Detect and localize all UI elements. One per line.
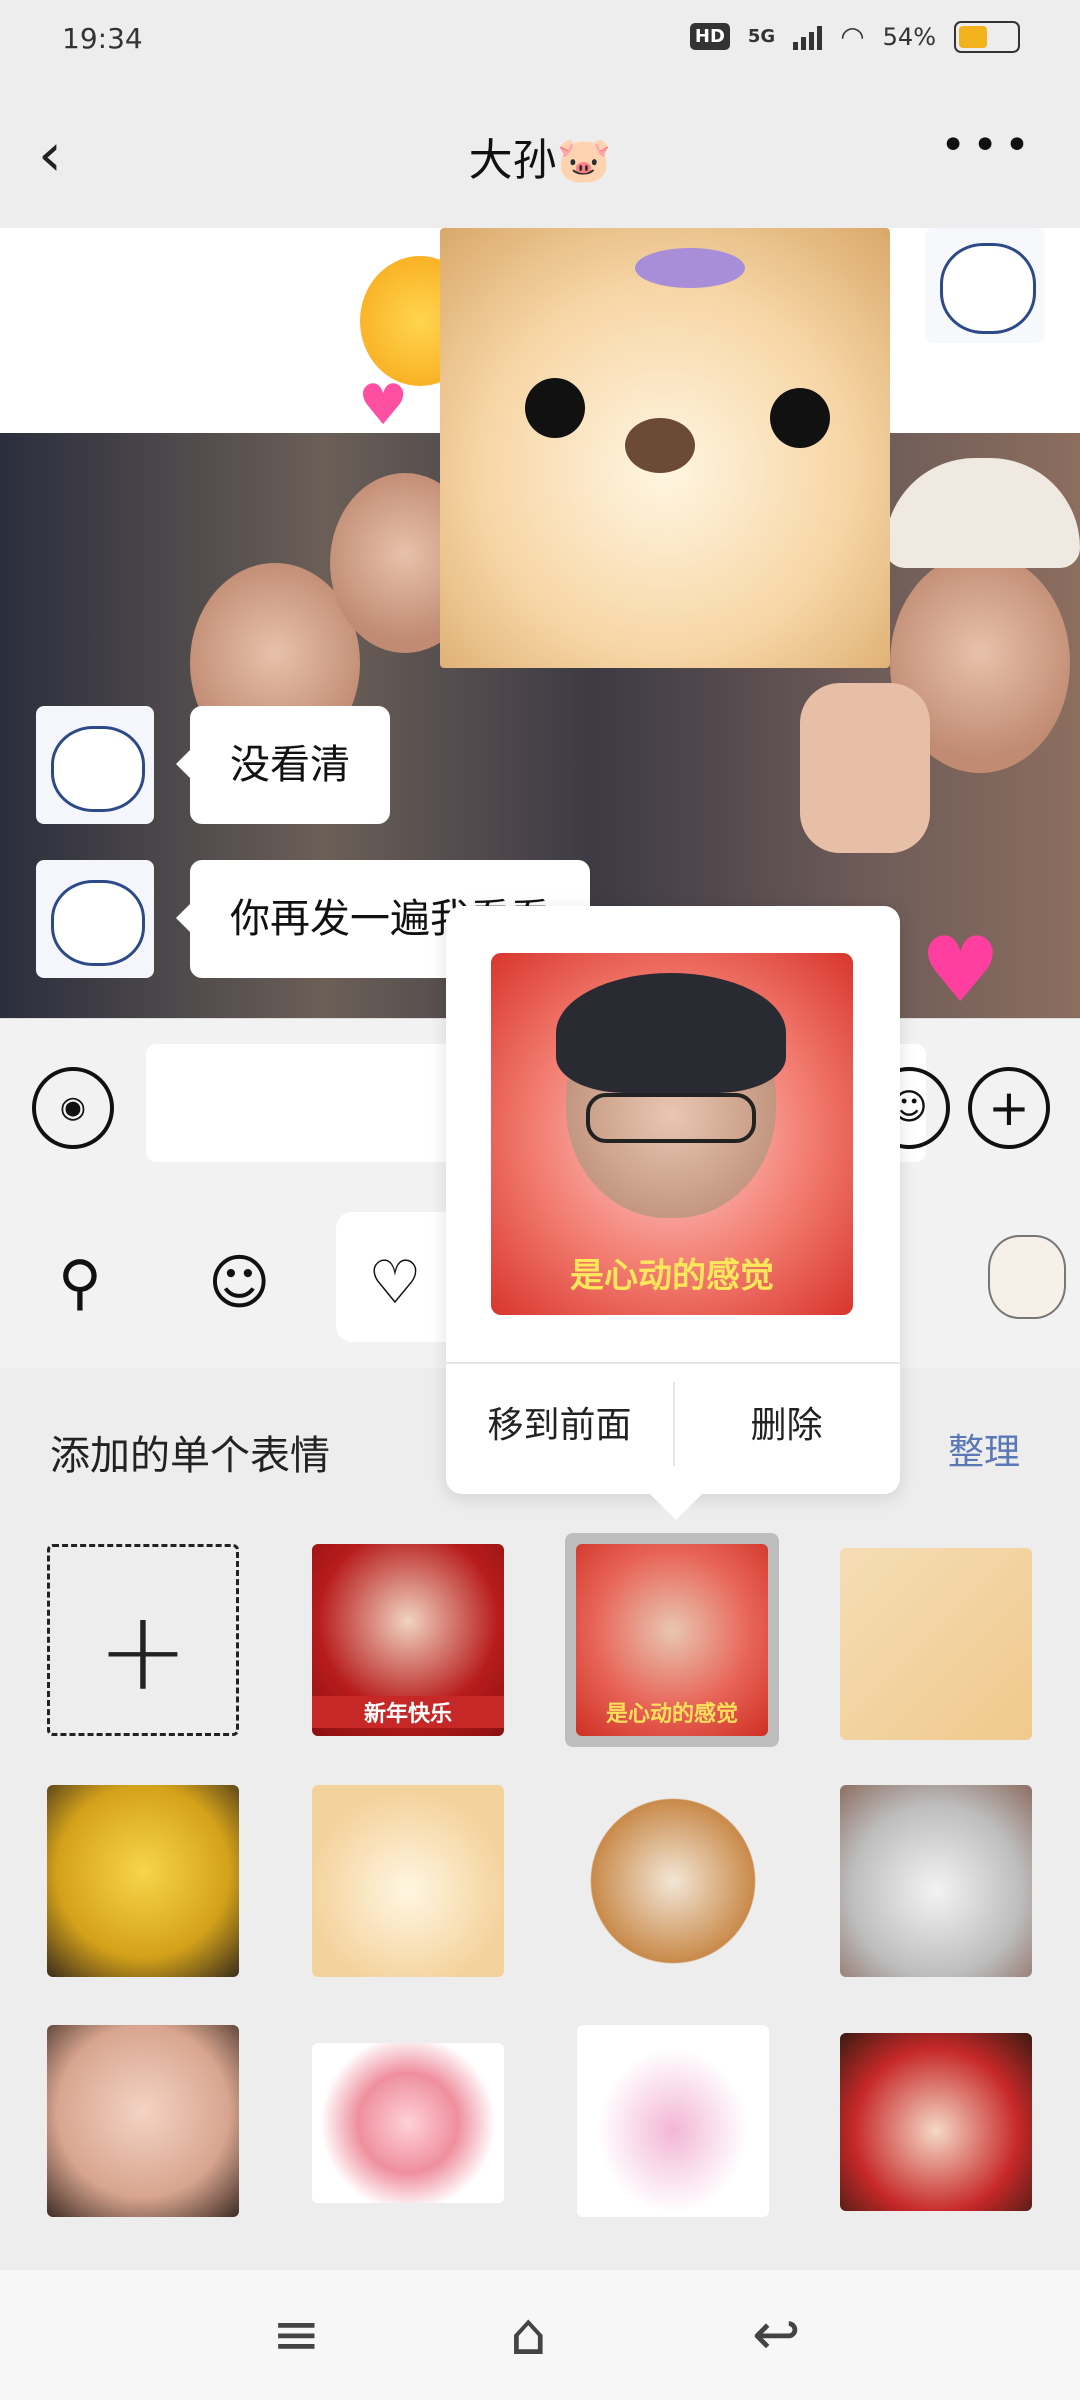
plus-icon[interactable]: + [968,1067,1050,1149]
panda-sticker-message[interactable] [925,228,1045,343]
move-to-front-button[interactable]: 移到前面 [446,1396,673,1448]
popup-divider [446,1362,900,1364]
hearts-sticker[interactable]: ♥ [920,918,1001,1018]
yellow-doll-sticker[interactable] [47,1785,239,1977]
signal-icon [793,24,823,50]
avatar-blob [51,880,145,966]
monk-sticker-icon[interactable] [988,1235,1066,1319]
rabbit-sticker[interactable] [577,2025,769,2217]
cat-sticker[interactable] [840,1785,1032,1977]
piglet-sticker[interactable] [47,2025,239,2217]
heart-icon[interactable]: ♡ [368,1248,422,1318]
monkey-sticker[interactable] [840,2033,1032,2211]
more-dots-icon[interactable]: ••• [940,120,1036,171]
system-nav-bar: ≡ ⌂ ↩ [0,2270,1080,2400]
bear-eye-left [525,378,585,438]
heart-icon: ♥ [358,373,409,438]
photo-hat [885,458,1080,568]
home-icon[interactable]: ⌂ [510,2300,547,2368]
sticker-options-popup: 是心动的感觉 移到前面 删除 [446,906,900,1520]
selected-sticker-frame[interactable]: 是心动的感觉 [565,1533,779,1747]
sticker-preview: 是心动的感觉 [491,953,853,1315]
chat-title: 大孙🐷 [468,135,612,186]
plush-bear-sticker-message[interactable] [440,228,890,668]
contact-avatar[interactable] [36,706,154,824]
thumbs-up-sticker[interactable] [840,1548,1032,1740]
menu-icon[interactable]: ≡ [272,2300,321,2368]
hairclip-icon [635,248,745,288]
delete-button[interactable]: 删除 [673,1396,900,1448]
battery-percent: 54% [882,22,936,51]
bear-eye-right [770,388,830,448]
status-bar: 19:34 HD 5G ◠ 54% [0,0,1080,80]
hd-badge: HD [689,23,730,50]
voice-icon[interactable]: ◉ [32,1067,114,1149]
bear-nose [625,418,695,473]
new-year-sticker[interactable]: 新年快乐 [312,1544,504,1736]
avatar-blob [51,726,145,812]
chat-header: ‹ 大孙🐷 ••• [0,80,1080,228]
preview-glasses [586,1093,756,1143]
plush-bear-sticker[interactable] [312,1785,504,1977]
smiley-icon[interactable]: ☺ [208,1248,271,1318]
status-time: 19:34 [62,22,143,55]
preview-hair [556,973,786,1093]
panda-blob [940,243,1036,334]
gg-bond-sticker[interactable] [312,2043,504,2203]
status-right: HD 5G ◠ 54% [689,20,1020,53]
preview-caption: 是心动的感觉 [570,1256,774,1296]
add-sticker-button[interactable]: + [47,1544,239,1736]
chat-area[interactable]: ♥ 没看清 你再发一遍我看看 ♥ [0,228,1080,1018]
back-icon[interactable]: ↩ [752,2300,801,2368]
contact-avatar[interactable] [36,860,154,978]
wifi-icon: ◠ [840,20,865,53]
sticker-caption: 新年快乐 [312,1696,504,1728]
organize-link[interactable]: 整理 [948,1423,1020,1475]
message-bubble[interactable]: 没看清 [176,706,390,824]
network-type: 5G [747,26,776,47]
sticker-panel: 添加的单个表情 整理 + 新年快乐 是心动的感觉 [0,1368,1080,2270]
heartbeat-sticker[interactable]: 是心动的感觉 [576,1544,768,1736]
sticker-caption: 是心动的感觉 [605,1702,738,1727]
search-icon[interactable]: ⚲ [58,1248,102,1318]
dog-facepalm-sticker[interactable] [577,1785,769,1977]
plus-icon: + [96,1587,190,1715]
battery-icon [954,20,1020,53]
photo-hand [800,683,930,853]
sticker-section-title: 添加的单个表情 [50,1433,330,1479]
